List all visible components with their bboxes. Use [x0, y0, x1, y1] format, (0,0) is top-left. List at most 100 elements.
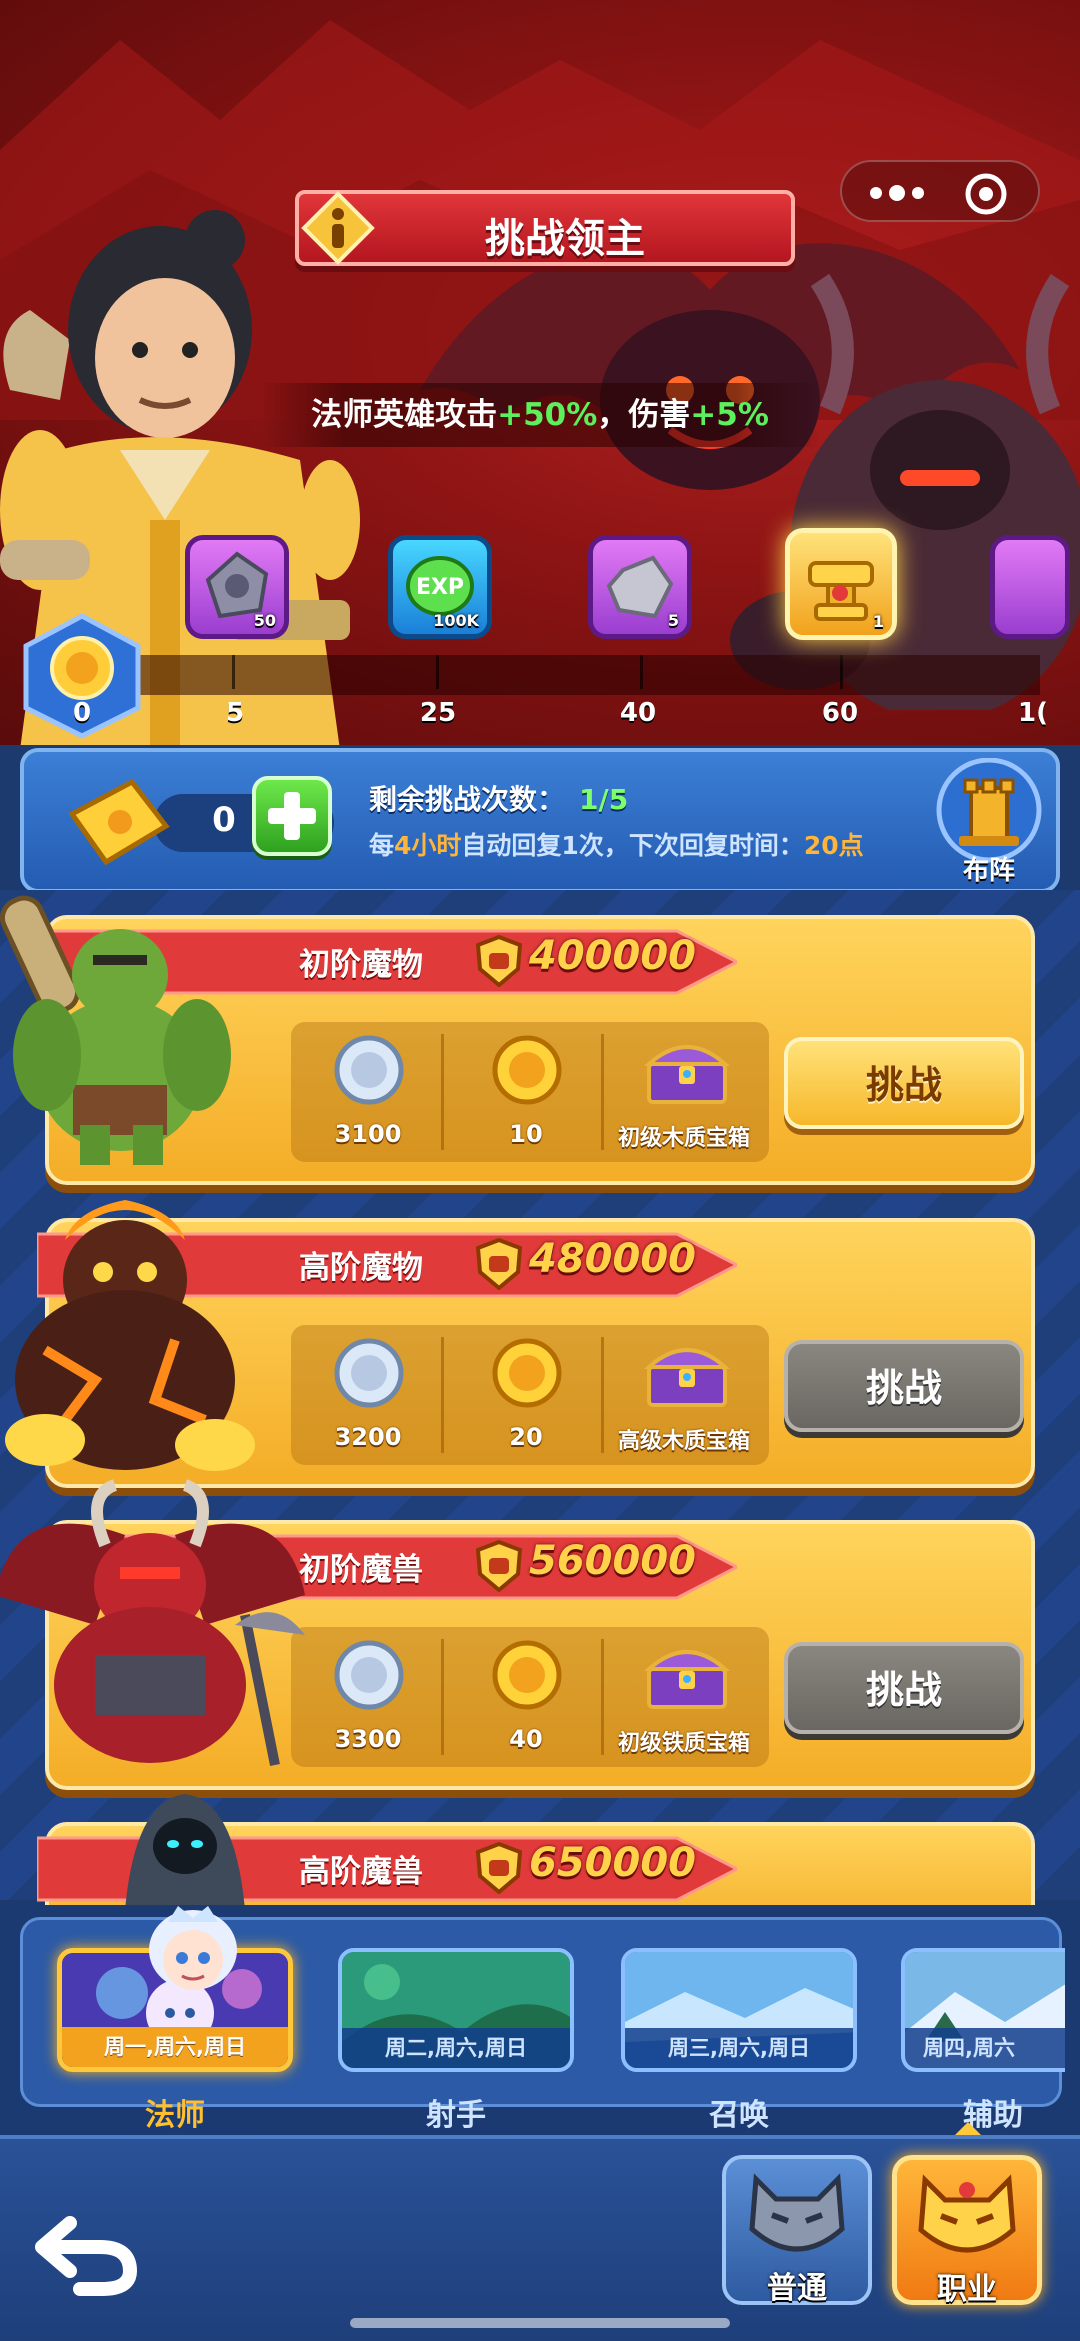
- career-mode-button[interactable]: 职业: [892, 2155, 1042, 2307]
- reward-silver: 3100: [293, 1030, 443, 1160]
- progress-reward-4[interactable]: 1: [785, 528, 897, 640]
- home-indicator: [350, 2318, 730, 2328]
- monster-power: 560000: [529, 1538, 696, 1584]
- gold-coin-icon: [492, 1640, 562, 1710]
- category-label[interactable]: 法师: [57, 2090, 293, 2134]
- progress-reward-2[interactable]: EXP 100K: [388, 535, 492, 639]
- divider: [601, 1034, 604, 1150]
- category-label[interactable]: 召唤: [621, 2090, 857, 2134]
- remaining-attempts: 剩余挑战次数： 1/5: [369, 778, 628, 818]
- reward-label: 初级木质宝箱: [617, 1126, 750, 1151]
- info-icon[interactable]: [300, 190, 376, 266]
- reward-label: 10: [509, 1120, 543, 1148]
- progress-tick: [840, 655, 843, 689]
- monster-power: 650000: [529, 1840, 696, 1886]
- challenge-button[interactable]: 挑战: [784, 1037, 1024, 1129]
- reward-chest: 高级木质宝箱: [609, 1333, 759, 1463]
- reward-gold: 20: [451, 1333, 601, 1463]
- formation-button[interactable]: 布阵: [929, 757, 1049, 888]
- demon-mask-icon: [749, 2173, 845, 2252]
- normal-mode-button[interactable]: 普通: [722, 2155, 872, 2306]
- category-tab-summoner[interactable]: 周三,周六,周日: [621, 1948, 857, 2072]
- category-label[interactable]: 射手: [338, 2090, 574, 2134]
- close-target-icon[interactable]: [962, 170, 1010, 218]
- hero-background: 挑战领主 法师英雄攻击+50%，伤害+5% 0 50 EXP 100K 5 1 …: [0, 0, 1080, 745]
- reward-label: 高级木质宝箱: [617, 1429, 750, 1454]
- challenge-button[interactable]: 挑战: [784, 1340, 1024, 1432]
- progress-reward-5[interactable]: [990, 535, 1070, 639]
- more-icon[interactable]: [862, 176, 932, 210]
- progress-reward-1[interactable]: 50: [185, 535, 289, 639]
- category-tab-archer[interactable]: 周二,周六,周日: [338, 1948, 574, 2072]
- progress-tick: [640, 655, 643, 689]
- monster-name: 初阶魔物: [299, 947, 423, 983]
- treasure-chest-icon: [643, 1045, 731, 1104]
- buff-prefix: 法师英雄攻击: [311, 397, 498, 433]
- category-days: 周三,周六,周日: [625, 2028, 853, 2068]
- progress-track: [100, 655, 1040, 695]
- recover-time: 20点: [803, 831, 864, 860]
- reward-chest: 初级木质宝箱: [609, 1030, 759, 1160]
- fist-power-icon: [475, 1540, 523, 1592]
- ticket-count: 0: [212, 800, 236, 840]
- buff-description: 法师英雄攻击+50%，伤害+5%: [260, 383, 820, 447]
- monster-name: 高阶魔兽: [299, 1854, 423, 1890]
- silver-coin-icon: [334, 1035, 404, 1105]
- reward-chest: 初级铁质宝箱: [609, 1635, 759, 1765]
- career-mode-label: 职业: [937, 2272, 997, 2307]
- fist-power-icon: [475, 935, 523, 987]
- progress-reward-3[interactable]: 5: [588, 535, 692, 639]
- rewards-box: 3200 20 高级木质宝箱: [291, 1325, 769, 1465]
- buff-mid: ，伤害: [597, 397, 691, 433]
- treasure-chest-icon: [643, 1650, 731, 1709]
- reward-label: 初级铁质宝箱: [617, 1731, 750, 1756]
- orc-monster-image: [0, 895, 231, 1165]
- category-days: 周四,周六: [905, 2028, 1065, 2068]
- fist-power-icon: [475, 1842, 523, 1894]
- progress-tick: [232, 655, 235, 689]
- reward-label: 20: [509, 1423, 543, 1451]
- formation-label: 布阵: [962, 856, 1015, 886]
- remaining-attempts-value: 1/5: [579, 783, 629, 816]
- recover-prefix: 每: [369, 831, 395, 860]
- reward-label: 3100: [334, 1120, 402, 1148]
- divider: [441, 1337, 444, 1453]
- mini-program-capsule: [840, 160, 1040, 222]
- divider: [601, 1337, 604, 1453]
- challenge-ticket-icon: [68, 778, 170, 866]
- reward-qty: 1: [872, 612, 884, 631]
- reward-gold: 10: [451, 1030, 601, 1160]
- monster-power: 480000: [529, 1236, 696, 1282]
- demon-crown-icon: [918, 2174, 1016, 2253]
- category-days: 周一,周六,周日: [62, 2027, 288, 2067]
- reward-silver: 3200: [293, 1333, 443, 1463]
- challenge-button[interactable]: 挑战: [784, 1642, 1024, 1734]
- monster-power: 400000: [529, 933, 696, 979]
- category-tab-support[interactable]: 周四,周六: [901, 1948, 1065, 2072]
- recover-info: 每4小时自动回复1次，下次回复时间：20点: [369, 826, 864, 862]
- category-days: 周二,周六,周日: [342, 2028, 570, 2068]
- category-tabs-bar: 周一,周六,周日 周二,周六,周日 周三,周六,周日 周四,周六 法师 射手 召…: [0, 1905, 1080, 2135]
- recover-interval: 4小时: [394, 831, 462, 860]
- reward-qty: 100K: [433, 611, 479, 630]
- reward-qty: 50: [253, 611, 276, 630]
- reward-qty: 5: [667, 611, 679, 630]
- milestone-label: 1(: [1018, 698, 1048, 728]
- rewards-box: 3300 40 初级铁质宝箱: [291, 1627, 769, 1767]
- silver-coin-icon: [334, 1640, 404, 1710]
- reward-gold: 40: [451, 1635, 601, 1765]
- title-banner: 挑战领主: [265, 180, 825, 276]
- reward-label: 3200: [334, 1423, 402, 1451]
- milestone-label: 25: [419, 698, 457, 728]
- progress-tick: [436, 655, 439, 689]
- add-ticket-button[interactable]: [252, 776, 332, 856]
- recover-mid: 自动回复1次，下次回复时间：: [461, 831, 804, 860]
- buff-damage-value: +5%: [690, 397, 769, 433]
- normal-mode-label: 普通: [767, 2271, 827, 2306]
- rewards-box: 3100 10 初级木质宝箱: [291, 1022, 769, 1162]
- milestone-label: 40: [619, 698, 657, 728]
- reward-label: 40: [509, 1725, 543, 1753]
- back-arrow-icon[interactable]: [30, 2199, 150, 2299]
- plus-icon: [268, 792, 316, 840]
- silver-coin-icon: [334, 1338, 404, 1408]
